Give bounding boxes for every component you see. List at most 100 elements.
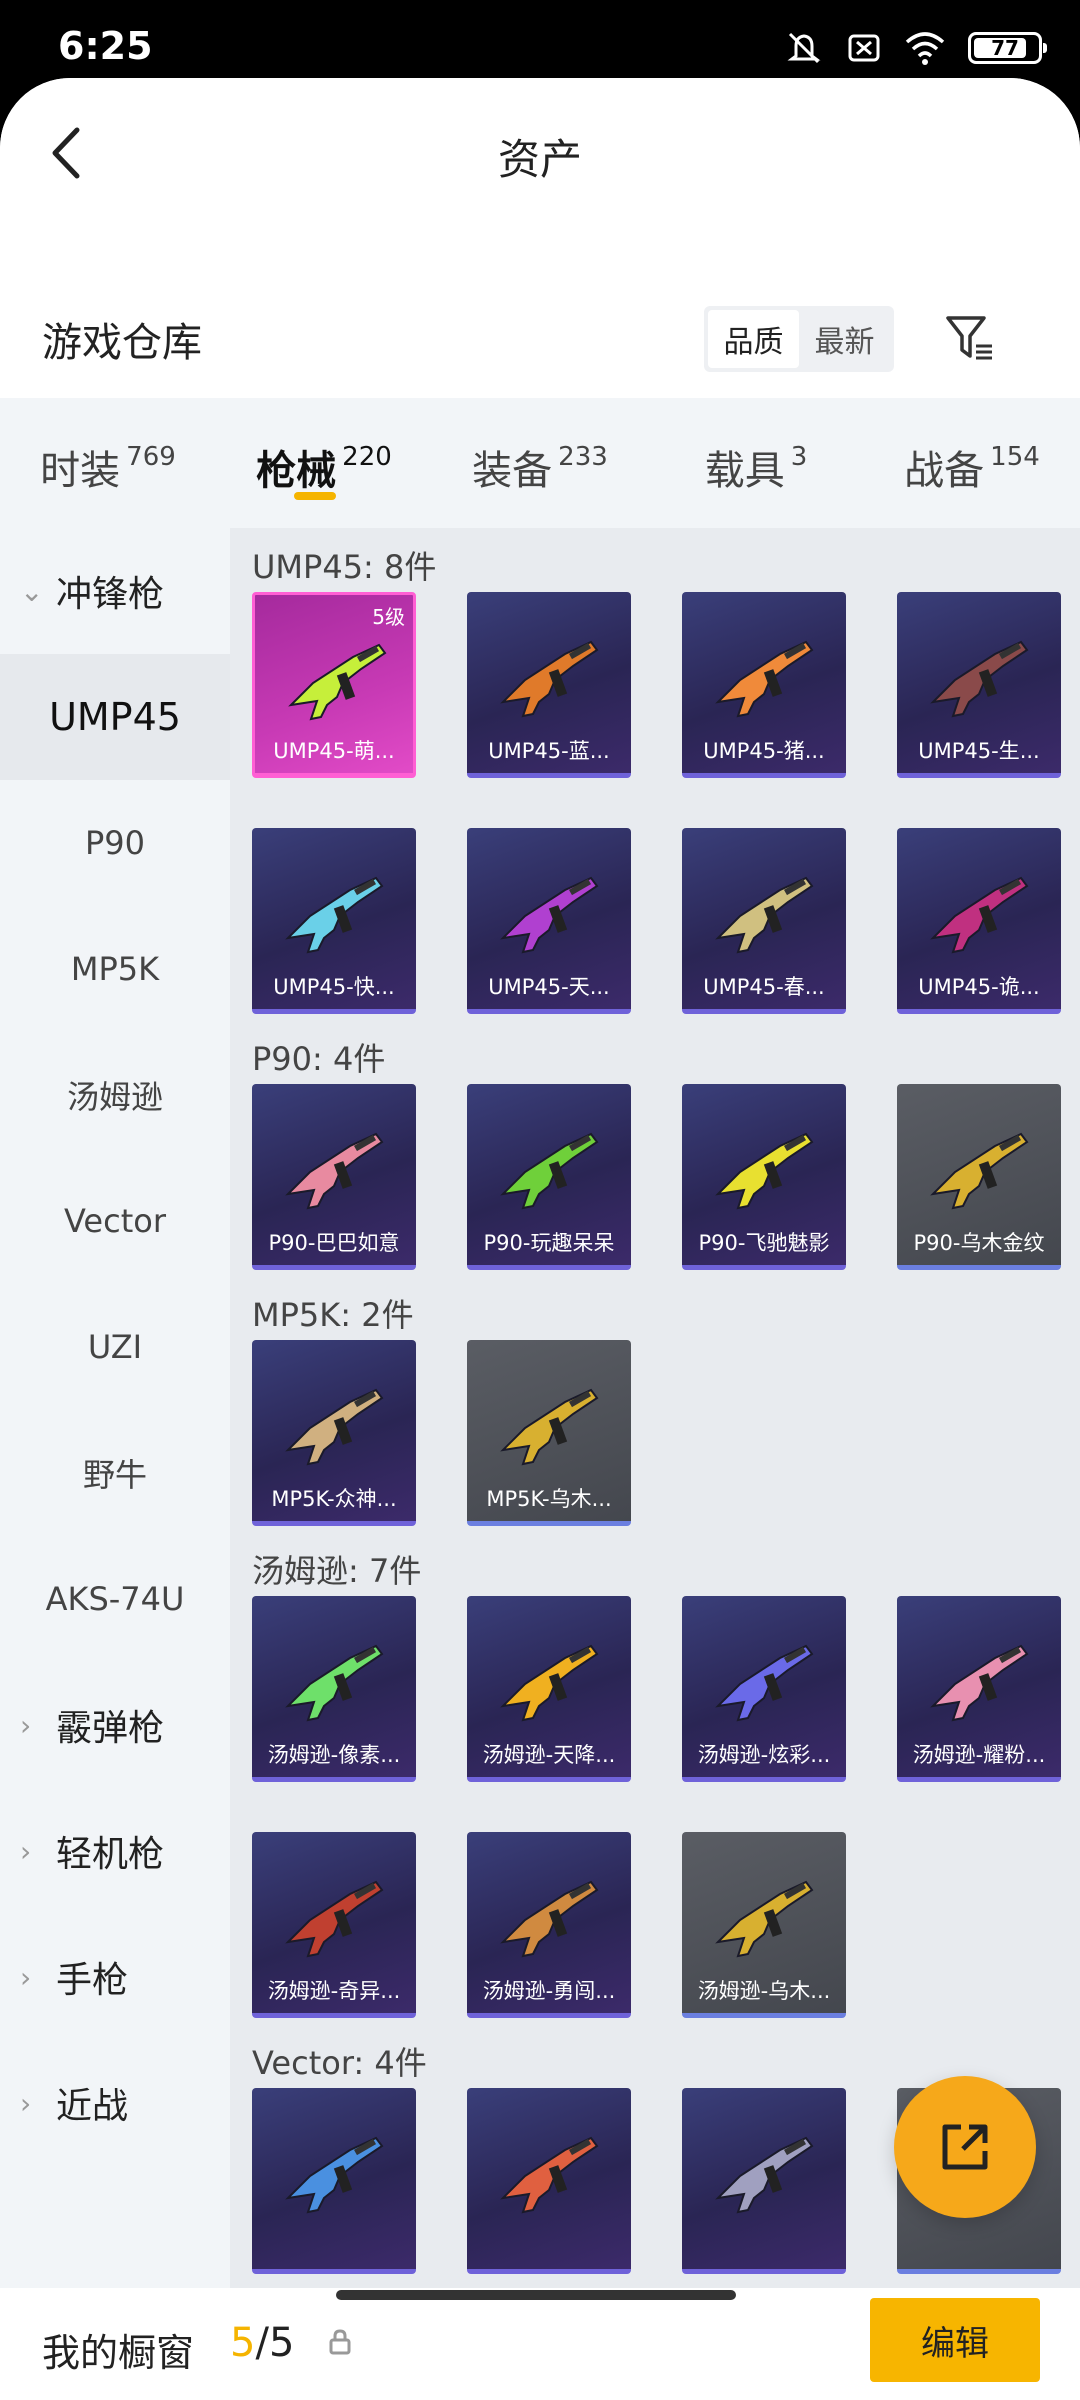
edit-button[interactable]: 编辑 — [870, 2298, 1040, 2382]
weapon-name: 汤姆逊-勇闯... — [482, 1979, 616, 2003]
group-header: 汤姆逊: 7件 — [252, 1552, 422, 1590]
weapon-card[interactable]: 汤姆逊-像素... — [252, 1596, 416, 1782]
tab-4[interactable]: 战备 154 — [864, 398, 1080, 528]
tab-1[interactable]: 枪械 220 — [216, 398, 432, 528]
sidebar-item-3[interactable]: MP5K — [0, 906, 230, 1032]
weapon-grid: UMP45: 8件 5级 UMP45-萌... UMP45-蓝... UMP45-猪..… — [230, 528, 1080, 2288]
sort-newest-button[interactable]: 最新 — [799, 310, 890, 368]
mute-icon — [784, 28, 824, 68]
sidebar-item-2[interactable]: P90 — [0, 780, 230, 906]
weapon-sidebar: ⌄ 冲锋枪 UMP45 P90 MP5K 汤姆逊 Vector UZI 野牛 AKS-74U › 霰弹… — [0, 528, 230, 2288]
weapon-card[interactable]: UMP45-天... — [467, 828, 631, 1014]
weapon-card[interactable]: P90-乌木金纹 — [897, 1084, 1061, 1270]
sidebar-item-4[interactable]: 汤姆逊 — [0, 1032, 230, 1158]
weapon-image — [285, 1388, 384, 1466]
weapon-card[interactable]: MP5K-乌木... — [467, 1340, 631, 1526]
chevron-right-icon: › — [20, 1708, 32, 1742]
weapon-name: 汤姆逊-像素... — [267, 1743, 401, 1767]
sidebar-item-0[interactable]: ⌄ 冲锋枪 — [0, 528, 230, 654]
sidebar-item-8[interactable]: AKS-74U — [0, 1536, 230, 1662]
weapon-card[interactable]: UMP45-生... — [897, 592, 1061, 778]
weapon-image — [500, 1388, 599, 1466]
weapon-card[interactable]: P90-飞驰魅影 — [682, 1084, 846, 1270]
weapon-card[interactable]: 汤姆逊-炫彩... — [682, 1596, 846, 1782]
weapon-card[interactable] — [252, 2088, 416, 2274]
sidebar-item-label: 冲锋枪 — [56, 574, 165, 615]
tab-count: 769 — [126, 442, 176, 472]
tab-count: 233 — [558, 442, 608, 472]
weapon-image — [930, 1132, 1029, 1210]
sidebar-item-5[interactable]: Vector — [0, 1158, 230, 1284]
weapon-card[interactable] — [682, 2088, 846, 2274]
weapon-card[interactable]: 汤姆逊-勇闯... — [467, 1832, 631, 2018]
weapon-card[interactable]: 汤姆逊-乌木... — [682, 1832, 846, 2018]
sidebar-item-label: 手枪 — [56, 1960, 129, 2001]
group-header: MP5K: 2件 — [252, 1296, 414, 1334]
weapon-card[interactable] — [467, 2088, 631, 2274]
tab-3[interactable]: 载具 3 — [648, 398, 864, 528]
home-indicator[interactable] — [336, 2290, 736, 2300]
weapon-image — [715, 1132, 814, 1210]
bottom-bar: 我的橱窗 5/5 编辑 — [0, 2288, 1080, 2400]
tab-label: 战备 — [904, 448, 985, 494]
weapon-name: UMP45-蓝... — [488, 739, 610, 763]
weapon-card[interactable]: P90-玩趣呆呆 — [467, 1084, 631, 1270]
sidebar-item-11[interactable]: › 手枪 — [0, 1914, 230, 2040]
battery-icon: 77 — [968, 32, 1047, 64]
weapon-card[interactable]: 汤姆逊-耀粉... — [897, 1596, 1061, 1782]
battery-level: 77 — [991, 36, 1019, 60]
sort-quality-button[interactable]: 品质 — [708, 310, 799, 368]
showcase-separator: / — [255, 2320, 269, 2366]
weapon-card[interactable]: 汤姆逊-天降... — [467, 1596, 631, 1782]
lock-icon — [328, 2328, 352, 2360]
page-title: 资产 — [497, 135, 582, 184]
nosim-icon — [846, 30, 882, 66]
tab-count: 220 — [342, 442, 392, 472]
weapon-image — [715, 640, 814, 718]
status-icons: 77 — [784, 28, 1047, 68]
sidebar-item-9[interactable]: › 霰弹枪 — [0, 1662, 230, 1788]
weapon-card[interactable]: 5级 UMP45-萌... — [252, 592, 416, 778]
section-title: 游戏仓库 — [42, 320, 202, 366]
sidebar-item-1[interactable]: UMP45 — [0, 654, 230, 780]
weapon-name: UMP45-天... — [488, 975, 610, 999]
sidebar-item-10[interactable]: › 轻机枪 — [0, 1788, 230, 1914]
sidebar-item-7[interactable]: 野牛 — [0, 1410, 230, 1536]
sidebar-item-label: 霰弹枪 — [56, 1708, 165, 1749]
weapon-card[interactable]: P90-巴巴如意 — [252, 1084, 416, 1270]
status-time: 6:25 — [58, 24, 153, 68]
sidebar-item-12[interactable]: › 近战 — [0, 2040, 230, 2166]
tab-count: 154 — [990, 442, 1040, 472]
showcase-current: 5 — [230, 2320, 256, 2366]
tab-0[interactable]: 时装 769 — [0, 398, 216, 528]
weapon-card[interactable]: UMP45-快... — [252, 828, 416, 1014]
weapon-image — [500, 1644, 599, 1722]
weapon-image — [500, 876, 599, 954]
showcase-total: 5 — [268, 2320, 295, 2366]
weapon-card[interactable]: UMP45-诡... — [897, 828, 1061, 1014]
weapon-name: P90-巴巴如意 — [268, 1231, 400, 1255]
weapon-card[interactable]: MP5K-众神... — [252, 1340, 416, 1526]
wifi-icon — [904, 30, 946, 66]
weapon-image — [930, 640, 1029, 718]
showcase-label: 我的橱窗 — [42, 2331, 195, 2375]
sidebar-item-label: UZI — [87, 1328, 143, 1366]
weapon-image — [500, 1880, 599, 1958]
weapon-name: 汤姆逊-炫彩... — [697, 1743, 831, 1767]
top-bar: 资产 游戏仓库 品质 最新 — [0, 78, 1080, 398]
tab-2[interactable]: 装备 233 — [432, 398, 648, 528]
tab-label: 枪械 — [256, 448, 337, 494]
sidebar-item-label: 近战 — [56, 2086, 129, 2127]
sidebar-item-6[interactable]: UZI — [0, 1284, 230, 1410]
weapon-image — [930, 876, 1029, 954]
weapon-card[interactable]: UMP45-猪... — [682, 592, 846, 778]
filter-button[interactable] — [940, 308, 1000, 368]
weapon-card[interactable]: 汤姆逊-奇异... — [252, 1832, 416, 2018]
weapon-card[interactable]: UMP45-春... — [682, 828, 846, 1014]
weapon-name: 汤姆逊-乌木... — [697, 1979, 831, 2003]
weapon-name: UMP45-萌... — [273, 739, 395, 763]
weapon-card[interactable]: UMP45-蓝... — [467, 592, 631, 778]
sidebar-item-label: AKS-74U — [45, 1580, 185, 1618]
share-fab[interactable] — [894, 2076, 1036, 2218]
group-header: P90: 4件 — [252, 1040, 386, 1078]
